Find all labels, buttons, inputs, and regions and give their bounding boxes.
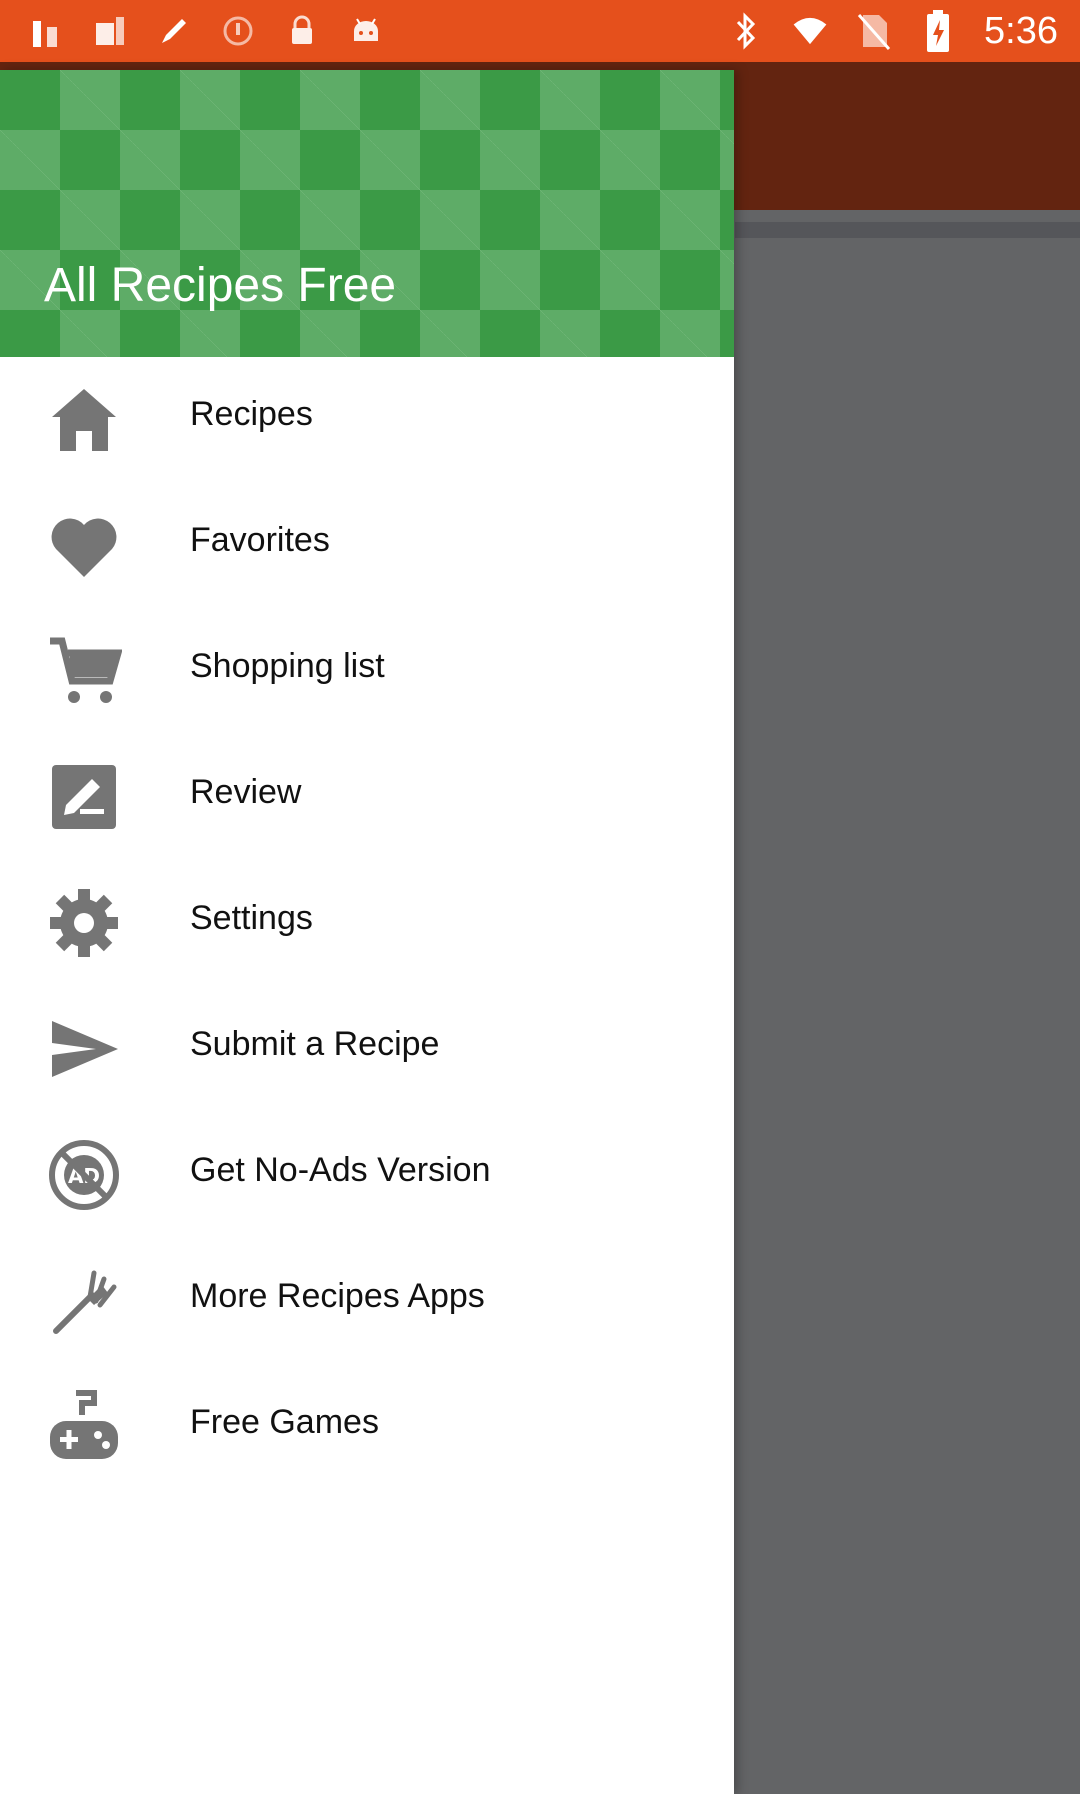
notification-a-icon (28, 13, 64, 49)
app-title: All Recipes Free (44, 259, 397, 312)
content-divider (735, 222, 1080, 238)
nfc-icon (220, 13, 256, 49)
menu-item-label: Favorites (190, 521, 330, 559)
home-icon (46, 381, 122, 457)
lock-icon (284, 13, 320, 49)
notification-b-icon (92, 13, 128, 49)
battery-charging-icon (920, 10, 956, 52)
menu-item-no-ads[interactable]: AD Get No-Ads Version (0, 1113, 734, 1239)
menu-item-label: Shopping list (190, 647, 385, 685)
drawer-header: All Recipes Free (0, 70, 734, 357)
status-bar: 5:36 (0, 0, 1080, 62)
fork-icon (46, 1263, 122, 1339)
bluetooth-icon (728, 12, 764, 50)
no-ads-icon: AD (46, 1137, 122, 1213)
menu-item-shopping-list[interactable]: Shopping list (0, 609, 734, 735)
menu-item-settings[interactable]: Settings (0, 861, 734, 987)
menu-item-label: Free Games (190, 1403, 379, 1441)
menu-item-recipes[interactable]: Recipes (0, 357, 734, 483)
no-sim-icon (856, 13, 892, 50)
menu-item-label: More Recipes Apps (190, 1277, 485, 1315)
menu-item-free-games[interactable]: Free Games (0, 1365, 734, 1491)
cart-icon (46, 633, 123, 709)
menu-item-label: Settings (190, 899, 313, 937)
menu-item-label: Submit a Recipe (190, 1025, 440, 1063)
android-icon (348, 13, 384, 49)
heart-icon (46, 507, 122, 583)
menu-item-review[interactable]: Review (0, 735, 734, 861)
menu-item-label: Recipes (190, 395, 313, 433)
status-bar-notifications (28, 10, 384, 52)
navigation-drawer: All Recipes Free Recipes Favorites Shopp… (0, 70, 734, 1794)
send-icon (46, 1011, 122, 1087)
menu-item-more-apps[interactable]: More Recipes Apps (0, 1239, 734, 1365)
clock: 5:36 (984, 9, 1058, 52)
pen-icon (156, 13, 192, 49)
menu-item-submit-recipe[interactable]: Submit a Recipe (0, 987, 734, 1113)
gamepad-icon (46, 1389, 122, 1465)
menu-item-favorites[interactable]: Favorites (0, 483, 734, 609)
gear-icon (46, 885, 122, 961)
menu-item-label: Get No-Ads Version (190, 1151, 491, 1189)
status-bar-system: 5:36 (728, 8, 1058, 54)
wifi-icon (792, 13, 828, 49)
menu-item-label: Review (190, 773, 302, 811)
rate-review-icon (46, 759, 122, 835)
